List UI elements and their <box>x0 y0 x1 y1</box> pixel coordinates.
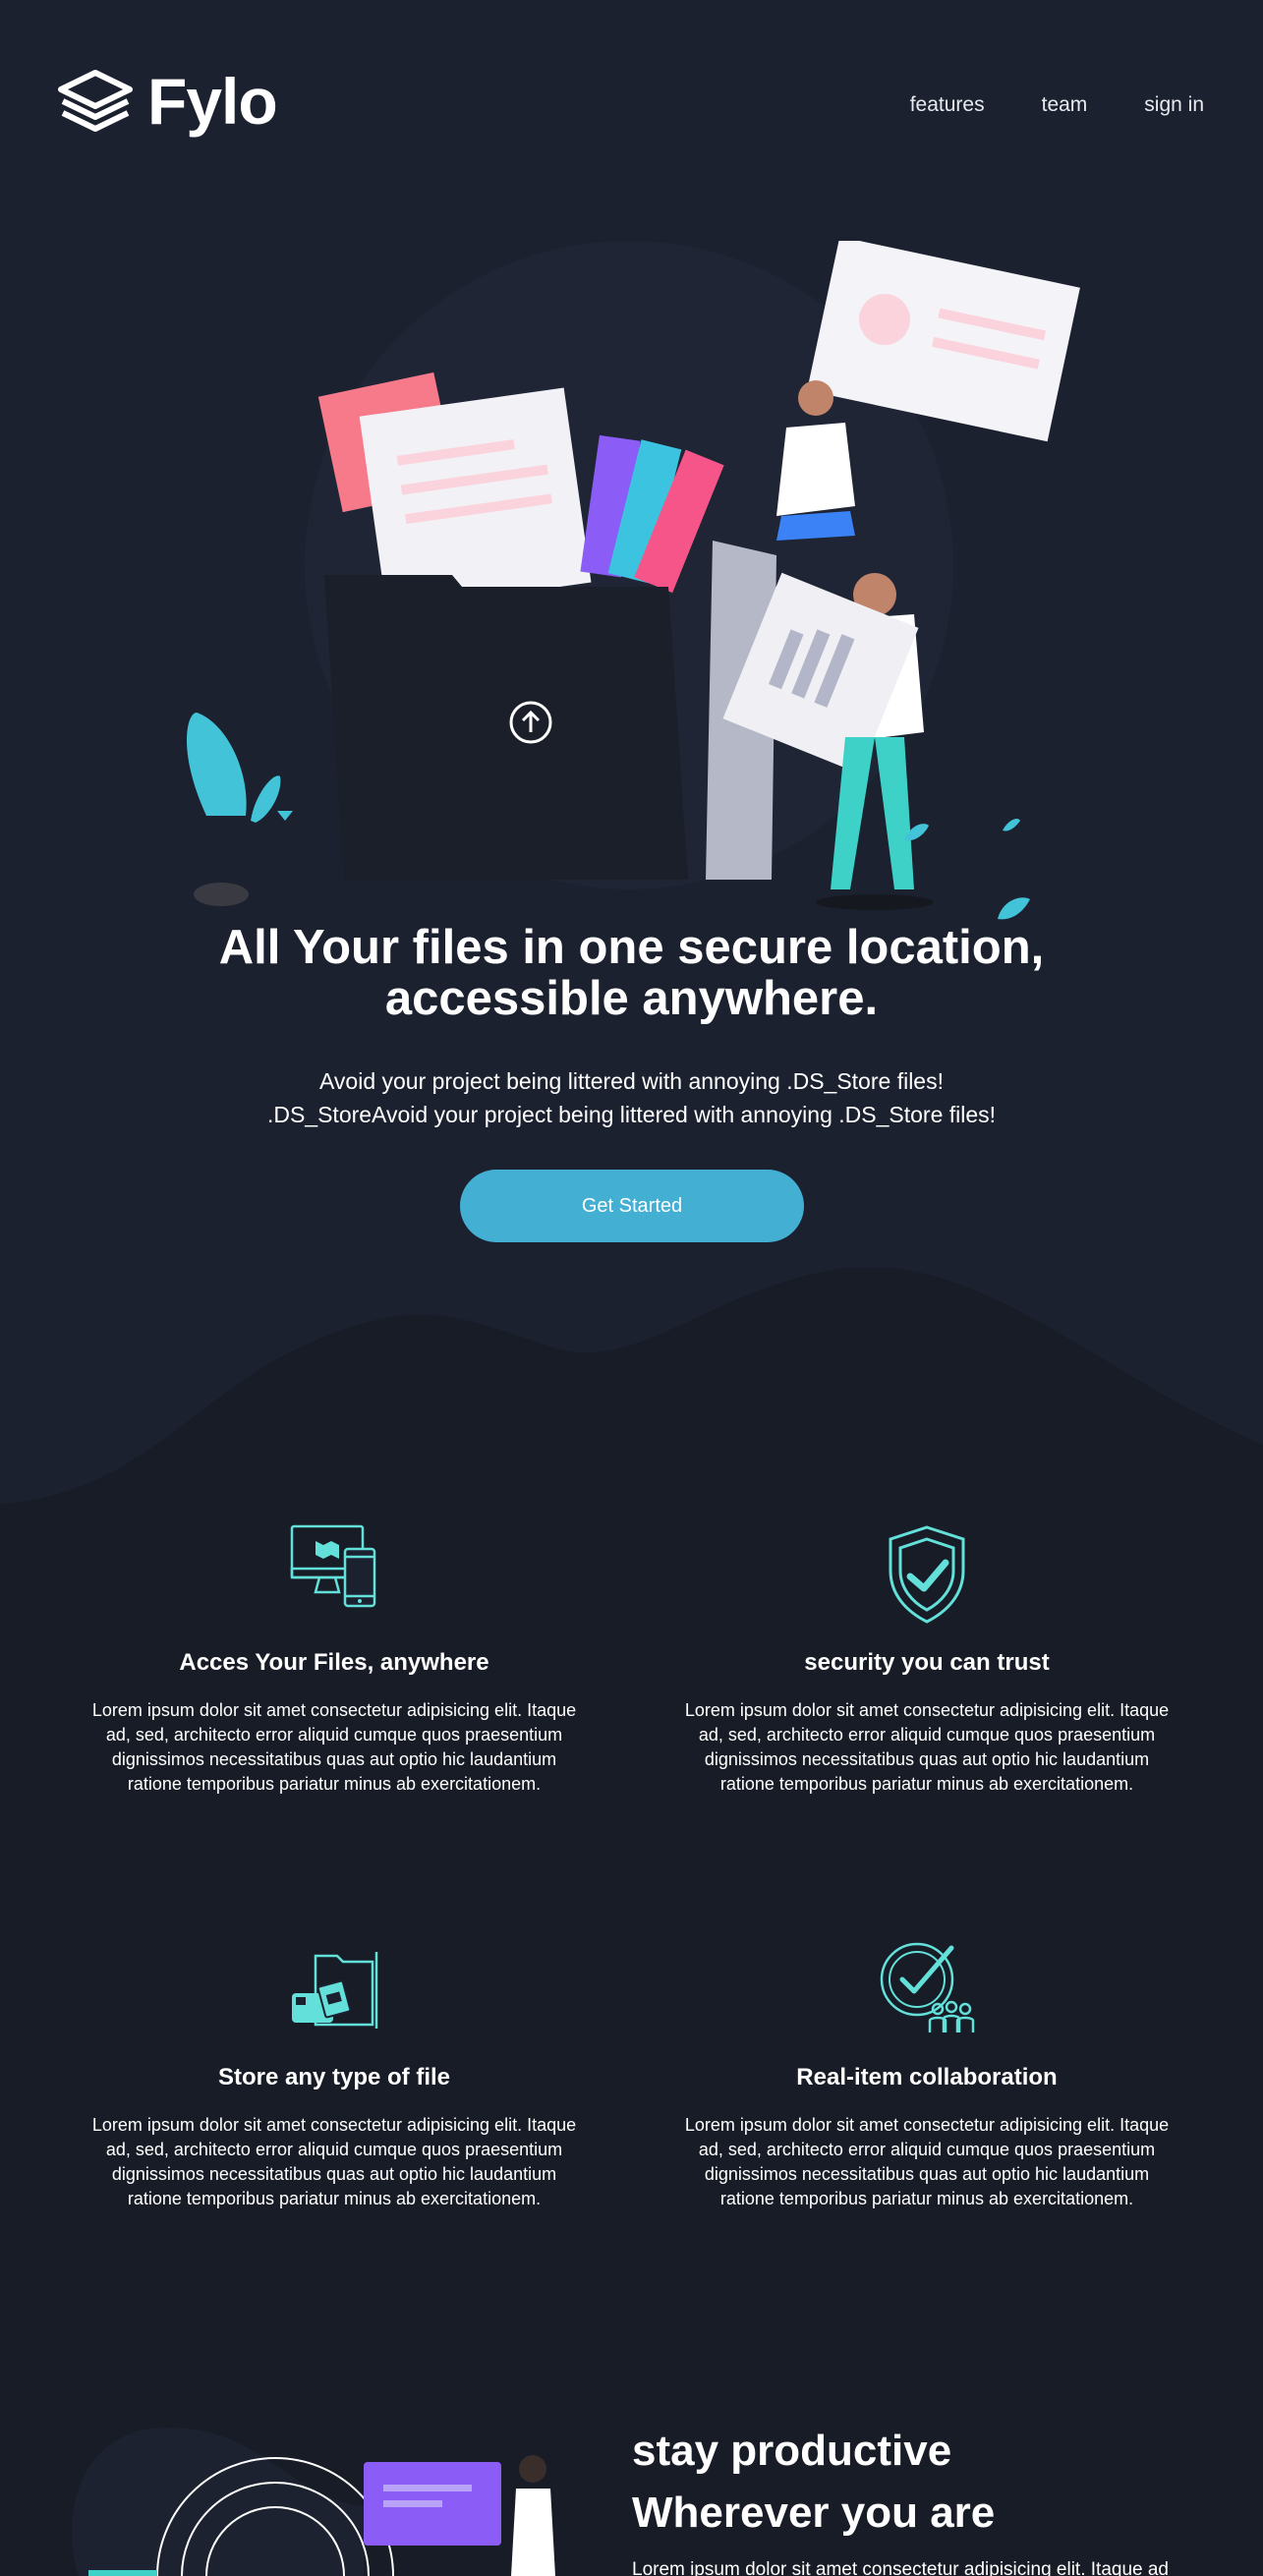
productive-illustration <box>71 2428 555 2576</box>
logo-text: Fylo <box>147 65 278 138</box>
hero-subtitle: Avoid your project being littered with a… <box>0 1064 1263 1131</box>
feature-card-file-types: Store any type of file Lorem ipsum dolor… <box>79 1936 590 2211</box>
feature-title: security you can trust <box>804 1649 1050 1676</box>
feature-card-access: Acces Your Files, anywhere Lorem ipsum d… <box>79 1521 590 1797</box>
wave-divider <box>0 1258 1263 1504</box>
productive-title: stay productive Wherever you are <box>632 2420 995 2544</box>
feature-card-collaboration: Real-item collaboration Lorem ipsum dolo… <box>671 1936 1182 2211</box>
layers-logo-icon <box>58 70 133 132</box>
security-shield-icon <box>889 1525 965 1624</box>
logo[interactable]: Fylo <box>57 65 278 138</box>
landing-page: Fylo features team sign in All Your file… <box>0 0 1263 2576</box>
hero-subtitle-line-2: .DS_StoreAvoid your project being litter… <box>266 1102 997 1127</box>
nav-team-link[interactable]: team <box>1042 93 1088 117</box>
get-started-button[interactable]: Get Started <box>460 1170 804 1242</box>
productive-title-line-2: Wherever you are <box>632 2489 996 2537</box>
feature-description: Lorem ipsum dolor sit amet consectetur a… <box>684 1700 1170 1794</box>
plant-illustration <box>187 713 293 906</box>
hero-illustration <box>187 241 1080 920</box>
hero-title-line-2: accessible anywhere. <box>384 972 879 1025</box>
productive-description: Lorem ipsum dolor sit amet consectetur a… <box>632 2559 1169 2576</box>
nav-sign-in-link[interactable]: sign in <box>1144 93 1204 117</box>
hero-subtitle-line-1: Avoid your project being littered with a… <box>319 1068 944 1094</box>
feature-card-security: security you can trust Lorem ipsum dolor… <box>671 1521 1182 1797</box>
feature-title: Acces Your Files, anywhere <box>179 1649 489 1676</box>
feature-description: Lorem ipsum dolor sit amet consectetur a… <box>684 2115 1170 2208</box>
feature-title: Real-item collaboration <box>796 2064 1058 2090</box>
hero-title: All Your files in one secure location, a… <box>0 922 1263 1024</box>
access-anywhere-icon <box>290 1524 376 1608</box>
productive-title-line-1: stay productive <box>632 2427 952 2475</box>
feature-description: Lorem ipsum dolor sit amet consectetur a… <box>91 1700 577 1794</box>
main-nav: features team sign in <box>910 93 1204 117</box>
hero-title-line-1: All Your files in one secure location, <box>218 921 1045 974</box>
nav-features-link[interactable]: features <box>910 93 985 117</box>
feature-title: Store any type of file <box>217 2064 451 2090</box>
any-file-type-icon <box>292 1952 378 2029</box>
feature-description: Lorem ipsum dolor sit amet consectetur a… <box>91 2115 577 2208</box>
collaboration-icon <box>880 1942 975 2032</box>
